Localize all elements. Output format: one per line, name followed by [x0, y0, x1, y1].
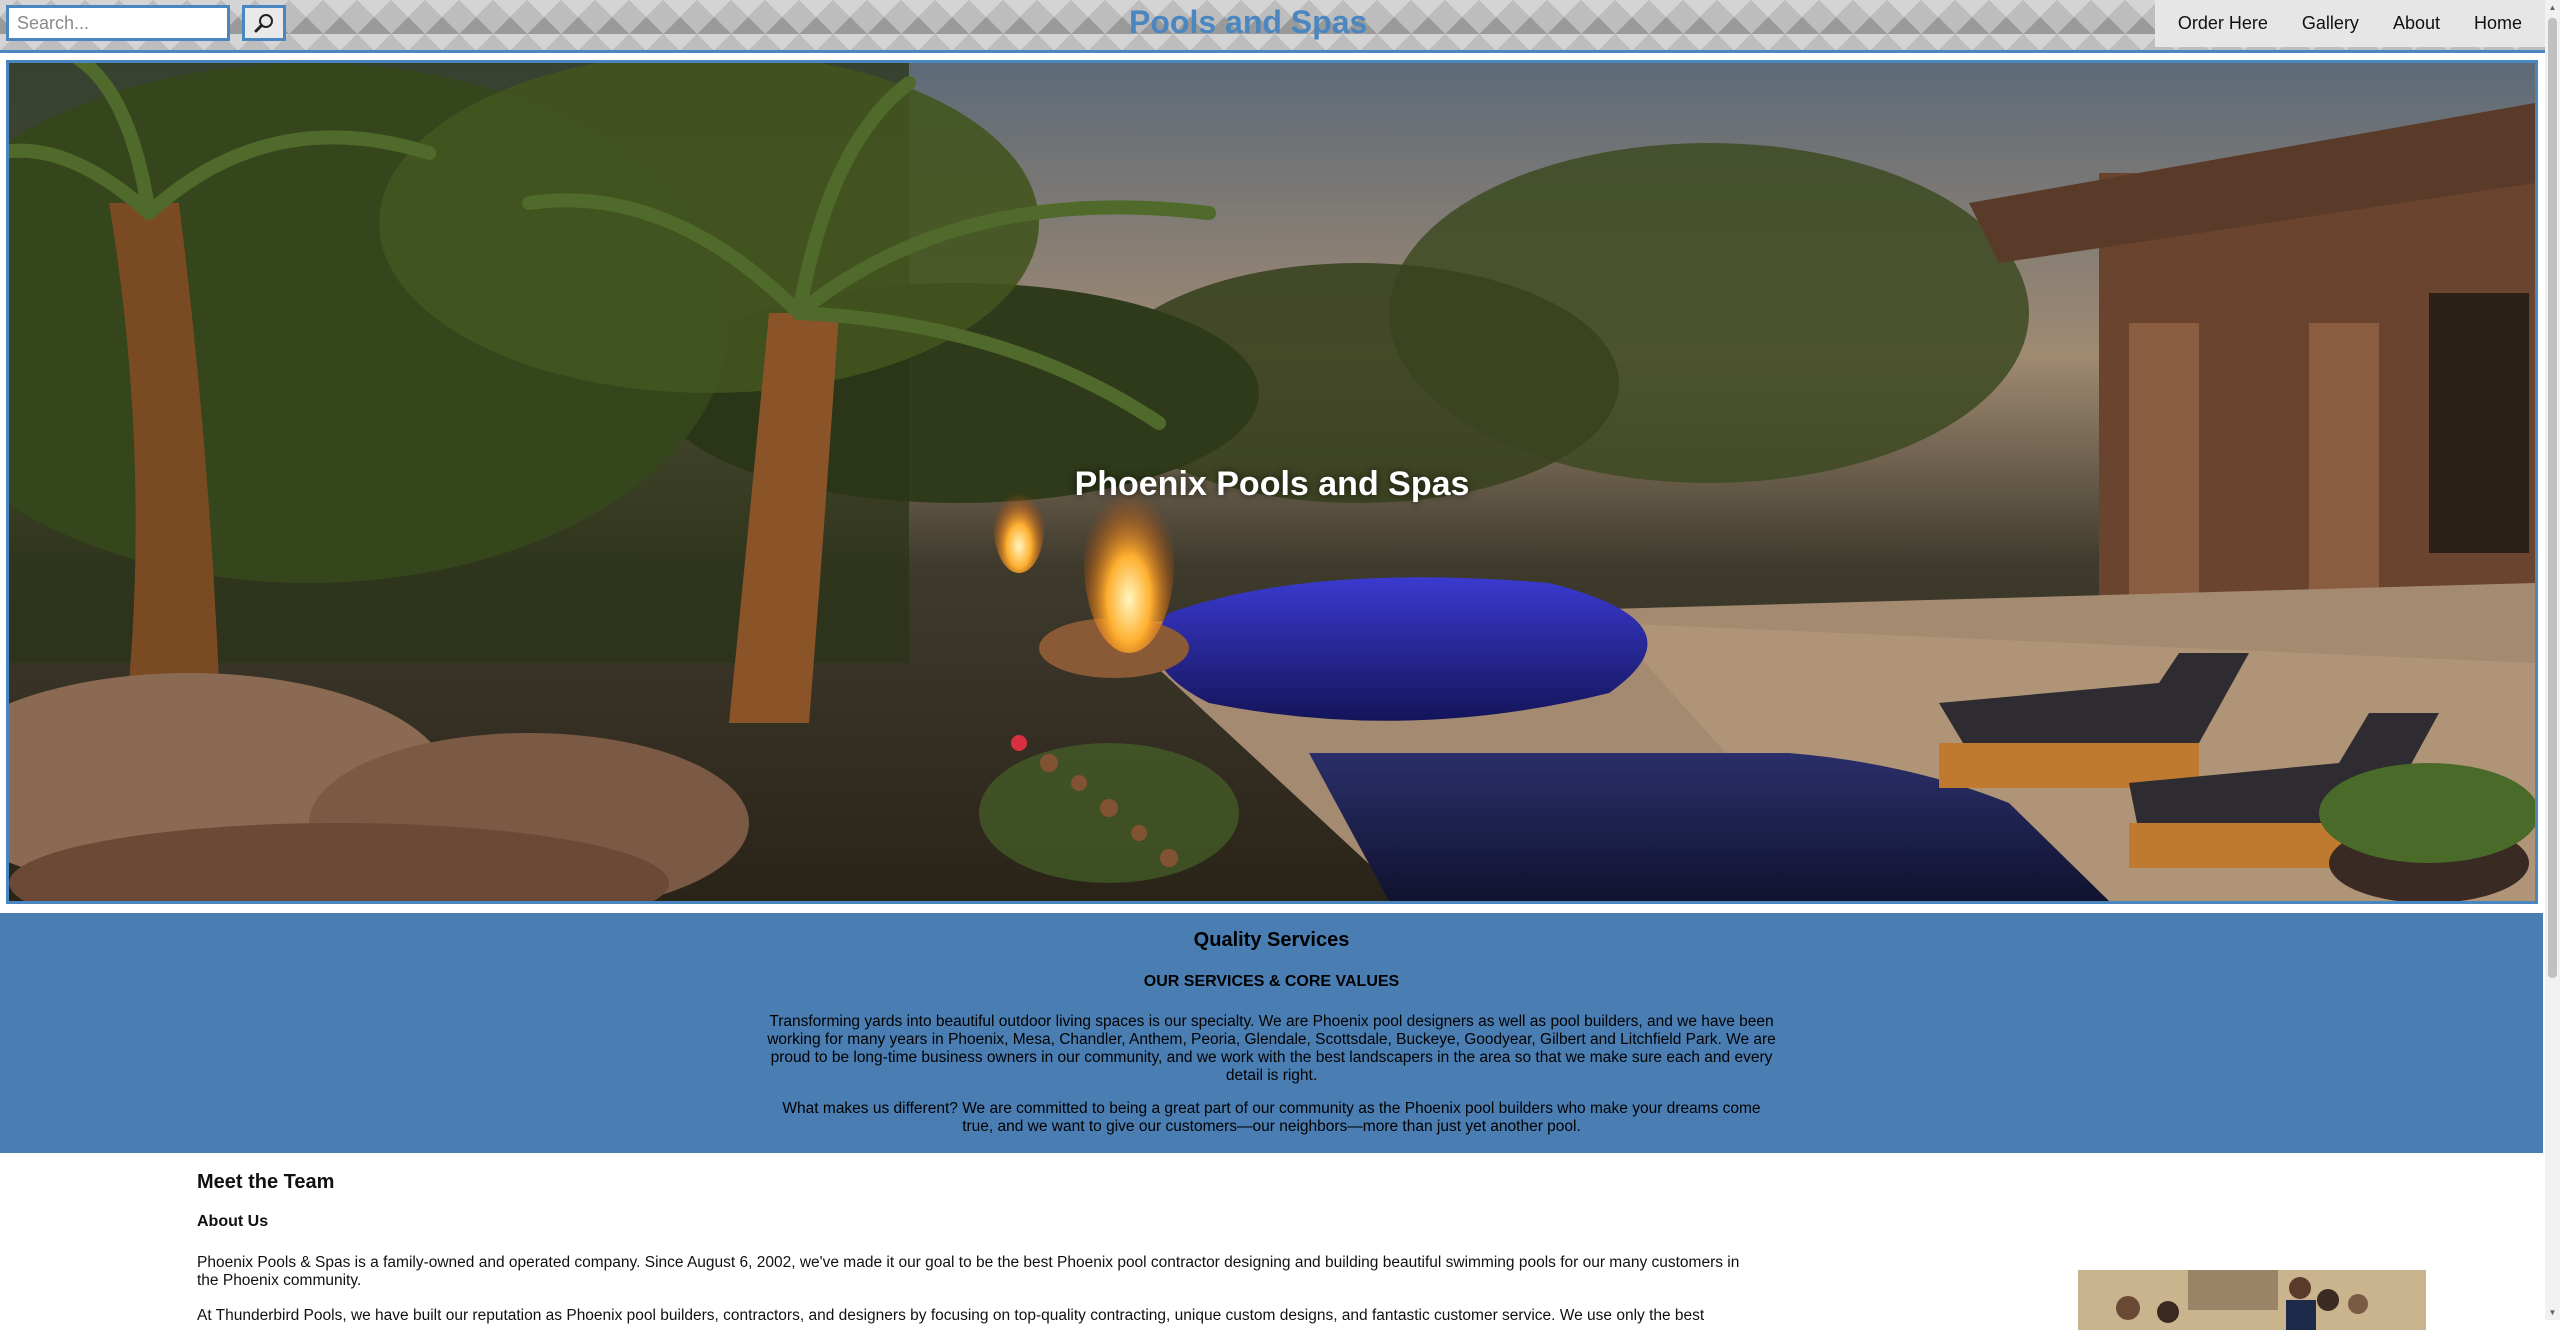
nav-gallery[interactable]: Gallery [2285, 0, 2376, 47]
nav-about[interactable]: About [2376, 0, 2457, 47]
nav-home[interactable]: Home [2457, 0, 2539, 47]
services-section: Quality Services OUR SERVICES & CORE VAL… [0, 913, 2543, 1153]
nav-order-here[interactable]: Order Here [2161, 0, 2285, 47]
page-scrollbar[interactable]: ▲ ▼ [2545, 0, 2560, 1320]
magnifier-icon [254, 14, 273, 33]
scroll-up-arrow-icon[interactable]: ▲ [2545, 0, 2560, 15]
team-photo-image [2078, 1270, 2426, 1330]
search-button[interactable] [242, 5, 286, 41]
top-bar: Pools and Spas Order Here Gallery About … [0, 0, 2545, 53]
search-input[interactable] [6, 5, 230, 41]
about-paragraph: Phoenix Pools & Spas is a family-owned a… [197, 1254, 1740, 1289]
services-subheading: OUR SERVICES & CORE VALUES [1143, 973, 1400, 990]
site-brand-title[interactable]: Pools and Spas [1129, 4, 1367, 41]
team-section: Meet the Team About Us Phoenix Pools & S… [0, 1153, 2543, 1330]
scroll-down-arrow-icon[interactable]: ▼ [2545, 1305, 2560, 1320]
team-heading: Meet the Team [197, 1171, 335, 1193]
about-paragraph: At Thunderbird Pools, we have built our … [197, 1307, 1705, 1324]
services-paragraph: Transforming yards into beautiful outdoo… [767, 1013, 1776, 1084]
about-us-heading: About Us [197, 1213, 269, 1230]
services-paragraph: What makes us different? We are committe… [782, 1100, 1761, 1135]
scrollbar-thumb[interactable] [2548, 18, 2557, 978]
hero-banner: Phoenix Pools and Spas [6, 60, 2538, 904]
main-nav: Order Here Gallery About Home [2154, 0, 2545, 47]
team-photo [2078, 1270, 2426, 1330]
hero-title: Phoenix Pools and Spas [1074, 465, 1470, 503]
services-heading: Quality Services [1193, 929, 1350, 951]
